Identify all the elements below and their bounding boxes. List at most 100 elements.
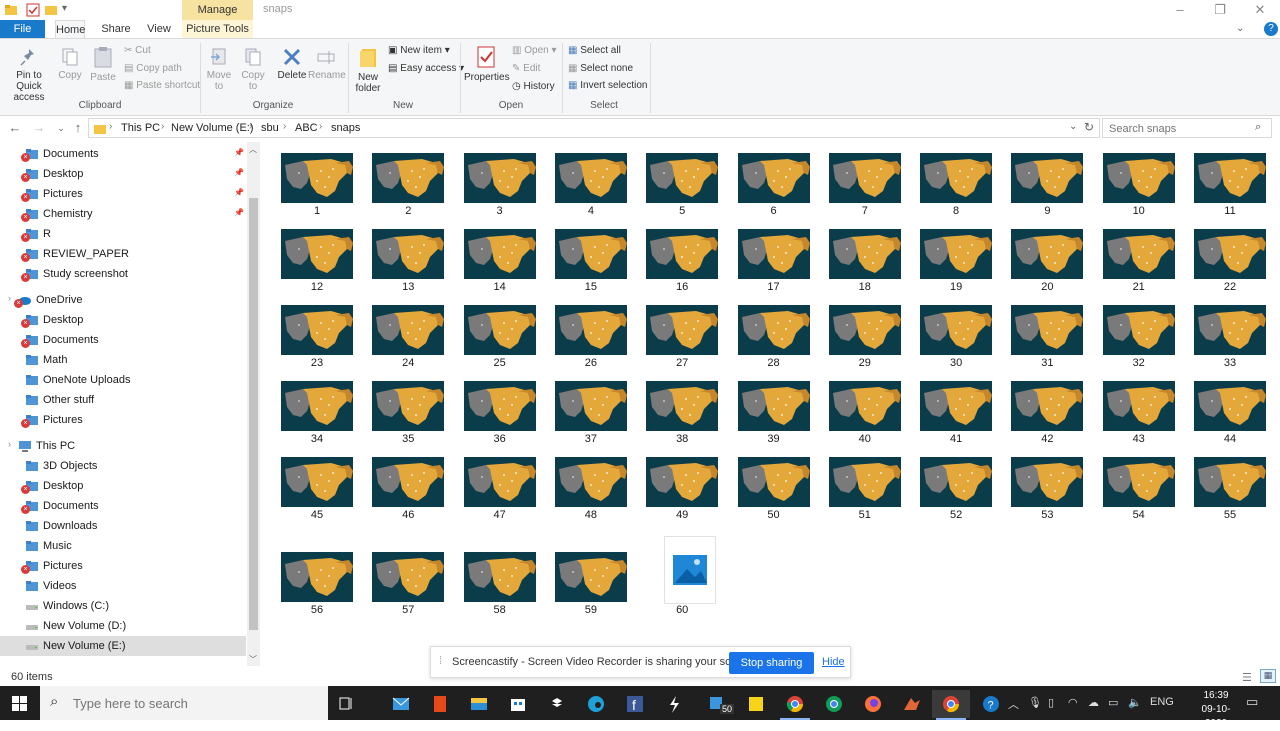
address-bar[interactable]: › This PC › New Volume (E:) › sbu › ABC … xyxy=(88,118,1100,138)
dropbox-icon[interactable] xyxy=(538,690,576,718)
file-thumbnail[interactable]: 60 xyxy=(636,536,728,618)
file-thumbnail[interactable]: 28 xyxy=(728,295,820,371)
nav-this-pc-item-3[interactable]: Downloads xyxy=(0,516,246,536)
start-button[interactable] xyxy=(0,686,40,720)
new-folder-quick-icon[interactable] xyxy=(44,3,58,17)
customize-chevron-icon[interactable]: ▾ xyxy=(62,3,76,17)
file-thumbnail[interactable]: 13 xyxy=(362,219,454,295)
search-input[interactable] xyxy=(1109,122,1249,136)
search-icon[interactable]: ⌕ xyxy=(1255,121,1261,134)
nav-onedrive[interactable]: › × OneDrive xyxy=(0,290,246,310)
firefox-icon[interactable] xyxy=(854,690,892,718)
nav-onedrive-item-0[interactable]: × Desktop xyxy=(0,310,246,330)
matlab-icon[interactable] xyxy=(893,690,931,718)
file-thumbnail[interactable]: 23 xyxy=(271,295,363,371)
nav-onedrive-item-1[interactable]: × Documents xyxy=(0,330,246,350)
pin-quick-access-button[interactable]: Pin to Quick access xyxy=(4,47,54,103)
file-thumbnail[interactable]: 47 xyxy=(454,447,546,523)
office-icon[interactable] xyxy=(421,690,459,718)
mail-icon[interactable] xyxy=(382,690,420,718)
forward-arrow-icon[interactable]: → xyxy=(30,119,48,137)
delete-button[interactable]: Delete xyxy=(276,47,308,81)
taskbar-search-input[interactable] xyxy=(73,696,313,711)
nav-this-pc-item-6[interactable]: Videos xyxy=(0,576,246,596)
nav-this-pc-item-1[interactable]: × Desktop xyxy=(0,476,246,496)
file-thumbnail[interactable]: 49 xyxy=(636,447,728,523)
select-all-button[interactable]: ▦ Select all xyxy=(568,45,621,56)
nav-quick-3[interactable]: × Chemistry 📌 xyxy=(0,204,246,224)
nav-this-pc-item-4[interactable]: Music xyxy=(0,536,246,556)
nav-scrollbar-thumb[interactable] xyxy=(249,198,258,630)
badge-app-icon[interactable]: 50 xyxy=(700,690,738,718)
scroll-up-chevron-icon[interactable]: ︿ xyxy=(249,144,257,155)
nav-quick-2[interactable]: × Pictures 📌 xyxy=(0,184,246,204)
file-thumbnail[interactable]: 5 xyxy=(636,143,728,219)
scroll-down-chevron-icon[interactable]: ﹀ xyxy=(249,654,257,665)
properties-button[interactable]: Properties xyxy=(464,45,510,83)
file-thumbnail[interactable]: 36 xyxy=(454,371,546,447)
nav-this-pc-item-7[interactable]: Windows (C:) xyxy=(0,596,246,616)
file-thumbnail[interactable]: 4 xyxy=(545,143,637,219)
nav-quick-1[interactable]: × Desktop 📌 xyxy=(0,164,246,184)
volume-icon[interactable]: 🔈 xyxy=(1128,696,1142,709)
breadcrumb-sbu[interactable]: sbu xyxy=(261,122,279,134)
nav-this-pc-item-0[interactable]: 3D Objects xyxy=(0,456,246,476)
sticky-notes-icon[interactable] xyxy=(737,690,775,718)
invert-selection-button[interactable]: ▦ Invert selection xyxy=(568,80,648,91)
file-thumbnail[interactable]: 44 xyxy=(1184,371,1276,447)
file-thumbnail[interactable]: 30 xyxy=(910,295,1002,371)
file-thumbnail[interactable]: 39 xyxy=(728,371,820,447)
file-thumbnail[interactable]: 31 xyxy=(1001,295,1093,371)
tab-view[interactable]: View xyxy=(143,20,175,38)
expand-chevron-icon[interactable]: › xyxy=(8,439,11,449)
file-thumbnail[interactable]: 59 xyxy=(545,542,637,618)
file-explorer-icon[interactable] xyxy=(460,690,498,718)
file-thumbnail[interactable]: 24 xyxy=(362,295,454,371)
search-box[interactable]: ⌕ xyxy=(1102,118,1272,138)
expand-chevron-icon[interactable]: › xyxy=(8,293,11,303)
history-button[interactable]: ◷ History xyxy=(512,81,555,92)
file-thumbnail[interactable]: 58 xyxy=(454,542,546,618)
file-thumbnail[interactable]: 10 xyxy=(1093,143,1185,219)
open-button[interactable]: ▥ Open ▾ xyxy=(512,45,557,56)
file-thumbnail[interactable]: 50 xyxy=(728,447,820,523)
facebook-icon[interactable]: f xyxy=(616,690,654,718)
winamp-icon[interactable] xyxy=(655,690,693,718)
clock[interactable]: 16:39 09-10-2020 xyxy=(1196,689,1236,731)
file-thumbnail[interactable]: 32 xyxy=(1093,295,1185,371)
back-arrow-icon[interactable]: ← xyxy=(6,119,24,137)
nav-this-pc-item-5[interactable]: × Pictures xyxy=(0,556,246,576)
nav-quick-4[interactable]: × R xyxy=(0,224,246,244)
rename-button[interactable]: Rename xyxy=(308,47,346,81)
phone-icon[interactable]: ▯ xyxy=(1048,696,1054,709)
breadcrumb-snaps[interactable]: snaps xyxy=(331,122,360,134)
up-arrow-icon[interactable]: ↑ xyxy=(69,119,87,137)
breadcrumb-abc[interactable]: ABC xyxy=(295,122,318,134)
tab-share[interactable]: Share xyxy=(100,20,132,38)
breadcrumb-new-volume-e[interactable]: New Volume (E:) xyxy=(171,122,254,134)
copy-to-button[interactable]: Copy to xyxy=(238,47,268,92)
chrome-icon[interactable] xyxy=(815,690,853,718)
file-thumbnail[interactable]: 6 xyxy=(728,143,820,219)
file-thumbnail[interactable]: 55 xyxy=(1184,447,1276,523)
file-thumbnail[interactable]: 56 xyxy=(271,542,363,618)
manage-context-tab[interactable]: Manage xyxy=(182,0,253,20)
tab-home[interactable]: Home xyxy=(55,20,85,38)
details-view-icon[interactable]: ☰ xyxy=(1242,671,1252,684)
file-thumbnail[interactable]: 14 xyxy=(454,219,546,295)
properties-quick-icon[interactable] xyxy=(26,3,40,17)
nav-this-pc-item-8[interactable]: New Volume (D:) xyxy=(0,616,246,636)
address-dropdown-chevron-icon[interactable]: ⌄ xyxy=(1069,121,1077,132)
file-thumbnail[interactable]: 51 xyxy=(819,447,911,523)
store-icon[interactable] xyxy=(499,690,537,718)
select-none-button[interactable]: ▦ Select none xyxy=(568,63,633,74)
file-thumbnail[interactable]: 54 xyxy=(1093,447,1185,523)
expand-ribbon-icon[interactable]: ⌄ xyxy=(1236,23,1244,34)
file-thumbnail[interactable]: 43 xyxy=(1093,371,1185,447)
help-tips-icon[interactable]: ? xyxy=(972,690,1010,718)
file-thumbnail[interactable]: 15 xyxy=(545,219,637,295)
nav-quick-6[interactable]: × Study screenshot xyxy=(0,264,246,284)
file-thumbnail[interactable]: 21 xyxy=(1093,219,1185,295)
cut-button[interactable]: ✂ Cut xyxy=(124,45,151,56)
edit-button[interactable]: ✎ Edit xyxy=(512,63,540,74)
